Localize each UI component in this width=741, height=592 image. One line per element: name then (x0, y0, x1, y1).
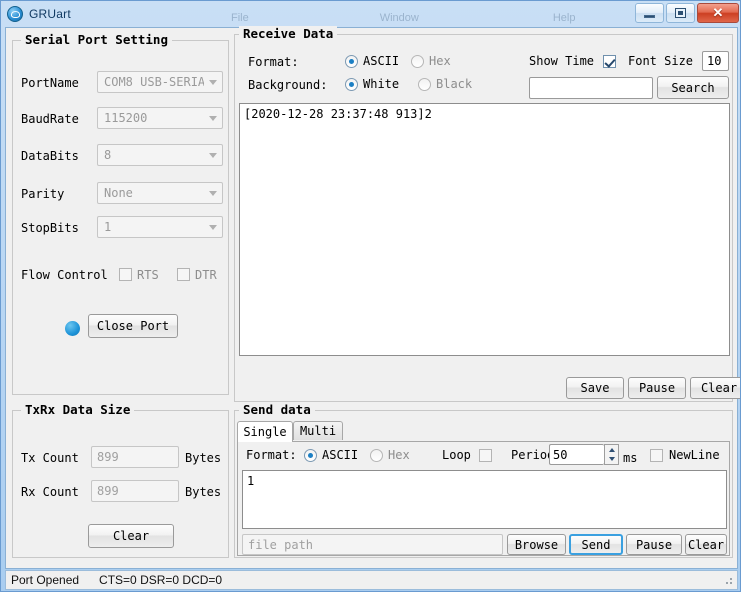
send-format-ascii-radio[interactable] (304, 449, 317, 462)
menu-item-window[interactable]: Window (372, 12, 427, 24)
databits-combobox[interactable]: 8 (97, 144, 223, 166)
menu-bar: File Window Help (1, 9, 740, 27)
chevron-down-icon (204, 224, 222, 230)
databits-label: DataBits (21, 149, 79, 163)
status-port-state: Port Opened (11, 573, 80, 587)
chevron-down-icon (204, 115, 222, 121)
stopbits-value: 1 (104, 220, 112, 234)
receive-background-white-radio[interactable] (345, 78, 358, 91)
txrx-data-size-title: TxRx Data Size (21, 402, 135, 417)
receive-background-black-label: Black (436, 77, 473, 91)
search-input[interactable] (529, 77, 653, 99)
txrx-data-size-group: TxRx Data Size Tx Count 899 Bytes Rx Cou… (12, 402, 229, 558)
flow-control-label: Flow Control (21, 268, 108, 282)
send-format-label: Format: (246, 448, 297, 462)
baudrate-label: BaudRate (21, 112, 79, 126)
resize-grip-icon[interactable] (722, 574, 734, 586)
period-spinner[interactable] (604, 444, 619, 465)
browse-button[interactable]: Browse (507, 534, 566, 555)
portname-value: COM8 USB-SERIAL (104, 75, 204, 89)
receive-save-button[interactable]: Save (566, 377, 624, 399)
dtr-label: DTR (195, 268, 217, 282)
tab-multi-label: Multi (299, 424, 337, 438)
baudrate-value: 115200 (104, 111, 148, 125)
loop-label: Loop (442, 448, 471, 462)
parity-combobox[interactable]: None (97, 182, 223, 204)
baudrate-combobox[interactable]: 115200 (97, 107, 223, 129)
newline-checkbox[interactable] (650, 449, 663, 462)
file-path-input[interactable]: file path (242, 534, 503, 555)
dtr-checkbox[interactable] (177, 268, 190, 281)
loop-checkbox[interactable] (479, 449, 492, 462)
chevron-down-icon (204, 152, 222, 158)
tab-single[interactable]: Single (237, 421, 293, 442)
send-button[interactable]: Send (569, 534, 623, 555)
font-size-label: Font Size (628, 54, 694, 68)
portname-label: PortName (21, 76, 79, 90)
port-status-led (65, 321, 80, 336)
application-window: GRUart ✕ File Window Help Serial Port Se… (0, 0, 741, 592)
show-time-label: Show Time (529, 54, 595, 68)
receive-background-label: Background: (248, 78, 328, 92)
serial-port-setting-group: Serial Port Setting PortName COM8 USB-SE… (12, 32, 229, 395)
period-unit-label: ms (623, 451, 638, 465)
status-signals: CTS=0 DSR=0 DCD=0 (99, 573, 223, 587)
period-label: Period (511, 448, 555, 462)
parity-label: Parity (21, 187, 65, 201)
receive-format-ascii-radio[interactable] (345, 55, 358, 68)
receive-background-white-label: White (363, 77, 400, 91)
send-format-hex-radio[interactable] (370, 449, 383, 462)
rts-checkbox[interactable] (119, 268, 132, 281)
receive-background-black-radio[interactable] (418, 78, 431, 91)
receive-pause-button[interactable]: Pause (628, 377, 686, 399)
status-bar: Port Opened CTS=0 DSR=0 DCD=0 (5, 570, 738, 590)
receive-format-label: Format: (248, 55, 299, 69)
send-pause-button[interactable]: Pause (626, 534, 682, 555)
receive-format-ascii-label: ASCII (363, 54, 400, 68)
send-data-group: Send data Single Multi Format: ASCII Hex… (234, 402, 733, 558)
receive-format-hex-radio[interactable] (411, 55, 424, 68)
stopbits-label: StopBits (21, 221, 79, 235)
rx-count-field[interactable]: 899 (91, 480, 179, 502)
tx-count-label: Tx Count (21, 451, 79, 465)
tab-multi[interactable]: Multi (293, 421, 343, 440)
font-size-input[interactable]: 10 (702, 51, 729, 71)
send-tab-panel: Format: ASCII Hex Loop Period 50 ms NewL… (237, 441, 730, 556)
txrx-clear-button[interactable]: Clear (88, 524, 174, 548)
period-input[interactable]: 50 (549, 444, 604, 465)
menu-item-help[interactable]: Help (545, 12, 584, 24)
close-port-button[interactable]: Close Port (88, 314, 178, 338)
rx-count-unit: Bytes (185, 485, 222, 499)
tx-count-field[interactable]: 899 (91, 446, 179, 468)
databits-value: 8 (104, 148, 112, 162)
receive-data-group: Receive Data Format: ASCII Hex Backgroun… (234, 26, 740, 402)
spinner-down-icon[interactable] (605, 455, 618, 465)
client-area: Serial Port Setting PortName COM8 USB-SE… (5, 26, 740, 569)
rts-label: RTS (137, 268, 159, 282)
receive-text-area[interactable]: [2020-12-28 23:37:48 913]2 (239, 103, 730, 356)
show-time-checkbox[interactable] (603, 55, 616, 68)
receive-format-hex-label: Hex (429, 54, 451, 68)
portname-combobox[interactable]: COM8 USB-SERIAL (97, 71, 223, 93)
serial-port-setting-title: Serial Port Setting (21, 32, 172, 47)
tx-count-unit: Bytes (185, 451, 222, 465)
receive-clear-button[interactable]: Clear (690, 377, 740, 399)
rx-count-label: Rx Count (21, 485, 79, 499)
chevron-down-icon (204, 79, 222, 85)
menu-item-file[interactable]: File (223, 12, 257, 24)
send-format-ascii-label: ASCII (322, 448, 359, 462)
receive-data-title: Receive Data (239, 26, 338, 41)
send-text-area[interactable]: 1 (242, 470, 727, 529)
send-clear-button[interactable]: Clear (685, 534, 727, 555)
stopbits-combobox[interactable]: 1 (97, 216, 223, 238)
chevron-down-icon (204, 190, 222, 196)
spinner-up-icon[interactable] (605, 445, 618, 455)
send-format-hex-label: Hex (388, 448, 410, 462)
tab-single-label: Single (243, 425, 287, 439)
newline-label: NewLine (669, 448, 720, 462)
send-data-title: Send data (239, 402, 315, 417)
parity-value: None (104, 186, 133, 200)
search-button[interactable]: Search (657, 76, 729, 99)
